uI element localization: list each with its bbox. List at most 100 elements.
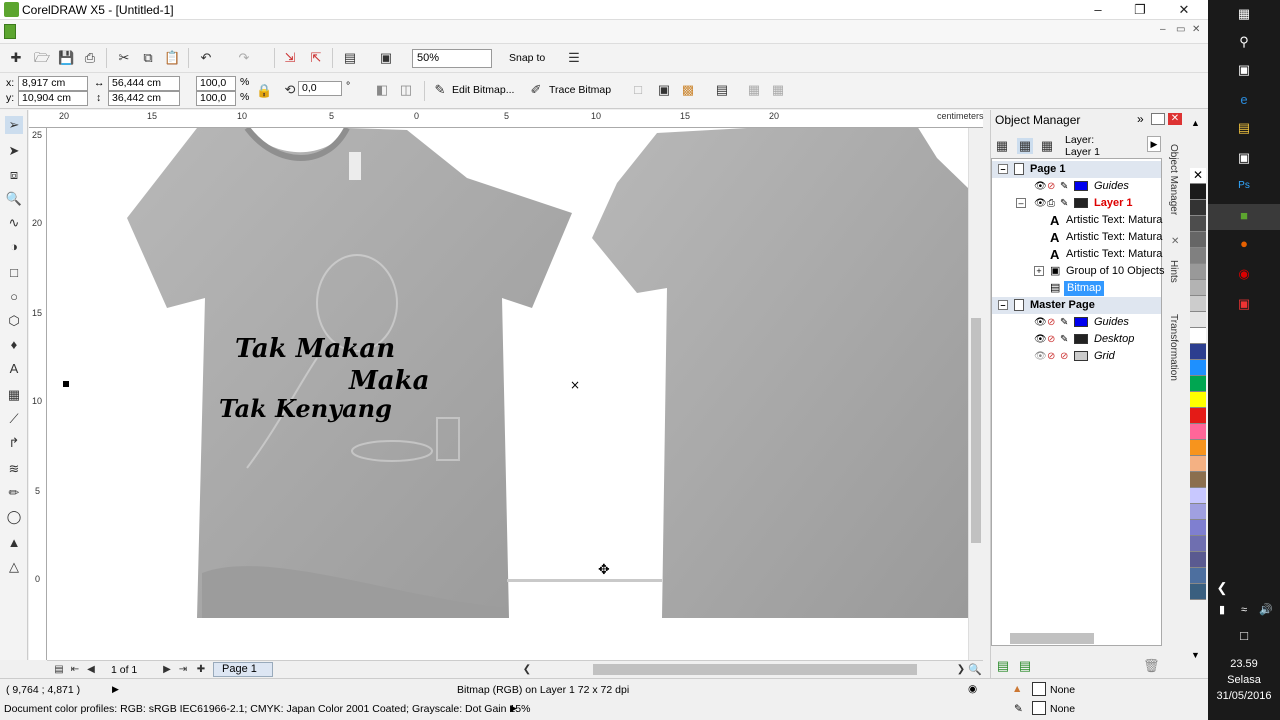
palette-swatch[interactable]: ✕ [1190, 168, 1206, 184]
new-layer-icon[interactable]: ▤ [995, 658, 1011, 674]
align-icon[interactable]: ▦ [770, 82, 786, 98]
wrap-text-icon[interactable]: ▤ [714, 82, 730, 98]
edit-pencil-icon[interactable]: ✎ [1060, 331, 1068, 348]
horizontal-scroll-thumb[interactable] [593, 664, 917, 675]
edit-across-layers-icon[interactable]: ▦ [1017, 138, 1033, 154]
add-page-icon[interactable]: ✚ [193, 662, 209, 678]
cut-icon[interactable]: ✂ [116, 50, 132, 66]
new-master-layer-icon[interactable]: ▤ [1017, 658, 1033, 674]
palette-swatch[interactable] [1190, 312, 1206, 328]
palette-swatch[interactable] [1190, 408, 1206, 424]
palette-swatch[interactable] [1190, 264, 1206, 280]
tree-group[interactable]: + ▣ Group of 10 Objects [992, 263, 1164, 280]
mirror-vertical-icon[interactable]: ◫ [398, 82, 414, 98]
palette-swatch[interactable] [1190, 568, 1206, 584]
edit-pencil-icon[interactable]: ✎ [1060, 195, 1068, 212]
x-position-field[interactable]: 8,917 cm [18, 76, 88, 91]
dimension-tool-icon[interactable]: ⟋ [5, 410, 23, 428]
artistic-text-3[interactable]: Tak Kenyang [219, 394, 392, 423]
connector-tool-icon[interactable]: ↱ [5, 434, 23, 452]
document-icon[interactable] [4, 24, 16, 39]
edit-pencil-icon[interactable]: ✎ [1060, 178, 1068, 195]
zoom-dropdown[interactable]: 50% [412, 49, 492, 68]
minimize-button[interactable]: – [1076, 0, 1120, 20]
outline-pen-tool-icon[interactable]: ◯ [5, 508, 23, 526]
tree-bitmap[interactable]: ▤ Bitmap [992, 280, 1161, 297]
tree-layer-1[interactable]: – 👁 ⎙ ✎ Layer 1 [992, 195, 1161, 212]
vertical-scroll-thumb[interactable] [971, 318, 981, 543]
scale-x-field[interactable]: 100,0 [196, 76, 236, 91]
photoshop-icon[interactable]: Ps [1236, 178, 1252, 194]
palette-swatch[interactable] [1190, 520, 1206, 536]
edit-bitmap-button[interactable]: Edit Bitmap... [452, 84, 514, 96]
trace-bitmap-button[interactable]: Trace Bitmap [549, 84, 611, 96]
palette-swatch[interactable] [1190, 360, 1206, 376]
basic-shapes-tool-icon[interactable]: ♦ [5, 336, 23, 354]
clock-time[interactable]: 23.59 [1208, 658, 1280, 670]
height-field[interactable]: 36,442 cm [108, 91, 180, 106]
freehand-tool-icon[interactable]: ∿ [5, 214, 23, 232]
palette-swatch[interactable] [1190, 200, 1206, 216]
tree-guides-master[interactable]: 👁 ⊘ ✎ Guides [992, 314, 1161, 331]
width-field[interactable]: 56,444 cm [108, 76, 180, 91]
palette-swatch[interactable] [1190, 424, 1206, 440]
doc-close-icon[interactable]: ✕ [1192, 24, 1200, 35]
tree-artistic-text-1[interactable]: A Artistic Text: Matura [992, 212, 1162, 229]
rotate-icon[interactable]: ⟲ [282, 82, 298, 98]
scale-y-field[interactable]: 100,0 [196, 91, 236, 106]
zoom-icon[interactable]: 🔍 [967, 662, 983, 678]
redo-icon[interactable]: ↷ [236, 50, 252, 66]
resample-icon[interactable]: ▣ [656, 82, 672, 98]
tab-close-icon[interactable]: ✕ [1171, 236, 1179, 247]
fill-none-swatch[interactable] [1032, 682, 1046, 696]
eyedropper-tool-icon[interactable]: ✏ [5, 484, 23, 502]
new-document-icon[interactable]: ✚ [8, 50, 24, 66]
edit-disabled-icon[interactable]: ⊘ [1060, 348, 1068, 365]
crop-tool-icon[interactable]: ⧈ [5, 166, 23, 184]
palette-swatch[interactable] [1190, 344, 1206, 360]
blend-tool-icon[interactable]: ≋ [5, 460, 23, 478]
mirror-horizontal-icon[interactable]: ◧ [374, 82, 390, 98]
palette-swatch[interactable] [1190, 296, 1206, 312]
undo-icon[interactable]: ↶ [198, 50, 214, 66]
edge-browser-icon[interactable]: e [1236, 92, 1252, 108]
tree-horizontal-scroll-thumb[interactable] [1010, 633, 1094, 644]
color-management-icon[interactable]: ◉ [968, 683, 977, 695]
import-icon[interactable]: ⇲ [282, 50, 298, 66]
artistic-text-1[interactable]: Tak Makan [235, 334, 395, 364]
edit-pencil-icon[interactable]: ✎ [1060, 314, 1068, 331]
docker-expand-icon[interactable]: » [1137, 112, 1144, 126]
palette-swatch[interactable] [1190, 280, 1206, 296]
rectangle-tool-icon[interactable]: □ [5, 264, 23, 282]
text-tool-icon[interactable]: A [5, 360, 23, 378]
edit-bitmap-icon[interactable]: ✎ [432, 82, 448, 98]
application-launcher-icon[interactable]: ▤ [342, 50, 358, 66]
drawing-canvas[interactable]: × ✥ Tak Makan Maka Tak Kenyang [47, 128, 968, 660]
battery-icon[interactable]: ▮ [1214, 602, 1230, 618]
paste-icon[interactable]: 📋 [164, 50, 180, 66]
scroll-left-icon[interactable]: ❮ [519, 662, 535, 678]
tree-master-page[interactable]: – Master Page [992, 297, 1161, 314]
interactive-fill-tool-icon[interactable]: △ [5, 558, 23, 576]
print-disabled-icon[interactable]: ⊘ [1047, 314, 1055, 331]
next-page-icon[interactable]: ▶ [159, 662, 175, 678]
visibility-eye-icon[interactable]: 👁 [1034, 314, 1047, 331]
print-disabled-icon[interactable]: ⊘ [1047, 331, 1055, 348]
docker-close-icon[interactable]: ✕ [1168, 113, 1182, 125]
palette-swatch[interactable] [1190, 232, 1206, 248]
media-player-icon[interactable]: ◉ [1236, 266, 1252, 282]
hidden-eye-icon[interactable]: 👁 [1034, 348, 1047, 365]
palette-swatch[interactable] [1190, 392, 1206, 408]
palette-scroll-up-icon[interactable]: ▲ [1191, 118, 1200, 128]
palette-swatch[interactable] [1190, 328, 1206, 344]
tree-artistic-text-2[interactable]: A Artistic Text: Matura [992, 229, 1162, 246]
ellipse-tool-icon[interactable]: ○ [5, 288, 23, 306]
windows-start-icon[interactable]: ▦ [1236, 6, 1252, 22]
coreldraw-taskbar-icon[interactable]: ■ [1236, 208, 1252, 224]
tree-guides-page1[interactable]: 👁 ⊘ ✎ Guides [992, 178, 1161, 195]
docker-minimize-icon[interactable] [1151, 113, 1165, 125]
delete-icon[interactable]: 🗑 [1143, 658, 1160, 674]
palette-swatch[interactable] [1190, 488, 1206, 504]
zoom-tool-icon[interactable]: 🔍 [5, 190, 23, 208]
horizontal-ruler[interactable]: 20 15 10 5 0 5 10 15 20 centimeters [29, 110, 984, 128]
